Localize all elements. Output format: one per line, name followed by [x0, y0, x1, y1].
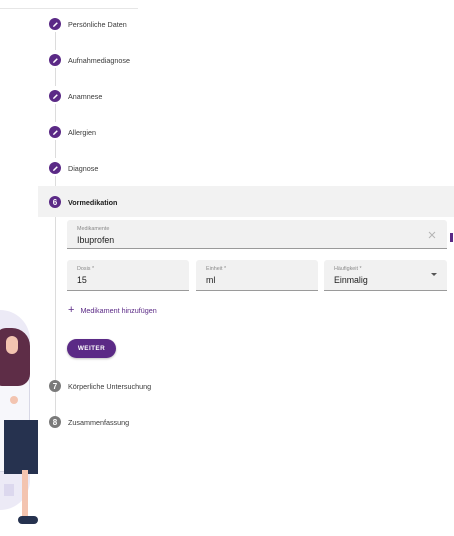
step-label: Aufnahmediagnose	[68, 55, 130, 65]
step-vormedikation[interactable]: 6 Vormedikation	[38, 184, 117, 220]
step-label: Vormedikation	[68, 197, 118, 207]
step-label: Anamnese	[68, 91, 103, 101]
field-label: Einheit *	[206, 266, 227, 272]
patient-stepper: Persönliche Daten Aufnahmediagnose Anamn…	[0, 0, 454, 536]
pencil-icon	[49, 18, 61, 30]
pencil-icon	[49, 162, 61, 174]
medication-name-field[interactable]: Medikamente Ibuprofen	[67, 220, 447, 249]
step-label: Körperliche Untersuchung	[68, 381, 152, 391]
step-zusammenfassung[interactable]: 8 Zusammenfassung	[38, 404, 129, 440]
field-value: 15	[77, 275, 87, 285]
step-label: Persönliche Daten	[68, 19, 127, 29]
pencil-icon	[49, 54, 61, 66]
step-label: Diagnose	[68, 163, 99, 173]
step-aufnahmediagnose[interactable]: Aufnahmediagnose	[38, 42, 130, 78]
step-allergien[interactable]: Allergien	[38, 114, 96, 150]
dose-field[interactable]: Dosis * 15	[67, 260, 189, 291]
step-connector	[55, 210, 56, 380]
pencil-icon	[49, 90, 61, 102]
chevron-down-icon[interactable]	[431, 273, 437, 276]
plus-icon: +	[68, 304, 75, 316]
field-label: Dosis *	[77, 266, 95, 272]
field-edge-indicator	[450, 233, 453, 242]
unit-field[interactable]: Einheit * ml	[196, 260, 318, 291]
step-persoenliche-daten[interactable]: Persönliche Daten	[38, 6, 127, 42]
step-diagnose[interactable]: Diagnose	[38, 150, 98, 186]
next-button[interactable]: WEITER	[67, 339, 116, 358]
step-label: Allergien	[68, 127, 96, 137]
add-medication-label: Medikament hinzufügen	[80, 305, 157, 315]
step-number-badge: 7	[49, 380, 61, 392]
pencil-icon	[49, 126, 61, 138]
field-label: Häufigkeit *	[334, 266, 362, 272]
field-value: Ibuprofen	[77, 235, 115, 245]
field-label: Medikamente	[77, 226, 110, 232]
frequency-select[interactable]: Häufigkeit * Einmalig	[324, 260, 447, 291]
field-value: ml	[206, 275, 216, 285]
step-number-badge: 6	[49, 196, 61, 208]
close-icon[interactable]	[427, 230, 437, 240]
step-koerperliche-untersuchung[interactable]: 7 Körperliche Untersuchung	[38, 368, 151, 404]
field-value: Einmalig	[334, 275, 368, 285]
step-label: Zusammenfassung	[68, 417, 130, 427]
step-number-badge: 8	[49, 416, 61, 428]
step-anamnese[interactable]: Anamnese	[38, 78, 102, 114]
add-medication-button[interactable]: + Medikament hinzufügen	[68, 304, 157, 316]
